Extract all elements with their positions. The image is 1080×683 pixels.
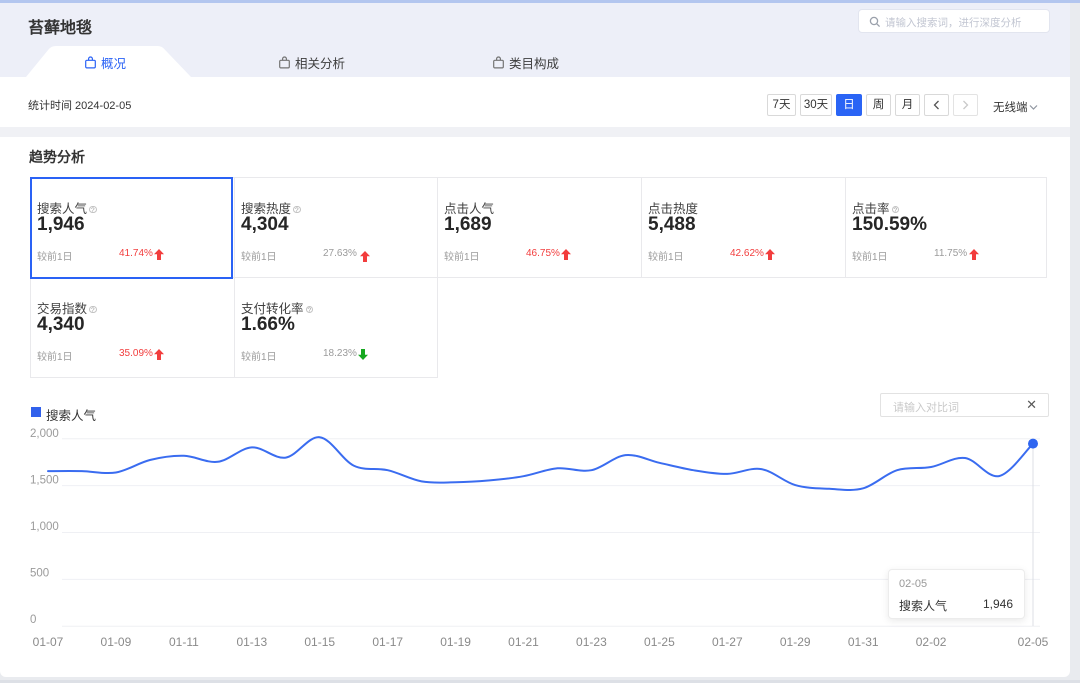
svg-text:02-05: 02-05 bbox=[1018, 635, 1049, 649]
svg-text:01-07: 01-07 bbox=[33, 635, 64, 649]
svg-text:01-23: 01-23 bbox=[576, 635, 607, 649]
svg-text:01-31: 01-31 bbox=[848, 635, 879, 649]
svg-text:0: 0 bbox=[30, 614, 36, 626]
svg-text:01-19: 01-19 bbox=[440, 635, 471, 649]
svg-text:01-15: 01-15 bbox=[304, 635, 335, 649]
svg-text:1,000: 1,000 bbox=[30, 521, 59, 533]
svg-text:01-25: 01-25 bbox=[644, 635, 675, 649]
svg-text:01-27: 01-27 bbox=[712, 635, 743, 649]
svg-text:500: 500 bbox=[30, 568, 49, 580]
svg-text:1,500: 1,500 bbox=[30, 475, 59, 487]
svg-text:02-02: 02-02 bbox=[916, 635, 947, 649]
svg-text:2,000: 2,000 bbox=[30, 428, 59, 440]
svg-text:01-13: 01-13 bbox=[236, 635, 267, 649]
svg-text:01-17: 01-17 bbox=[372, 635, 403, 649]
svg-text:01-11: 01-11 bbox=[169, 635, 199, 649]
svg-text:01-29: 01-29 bbox=[780, 635, 811, 649]
svg-text:01-09: 01-09 bbox=[101, 635, 132, 649]
svg-text:01-21: 01-21 bbox=[508, 635, 539, 649]
